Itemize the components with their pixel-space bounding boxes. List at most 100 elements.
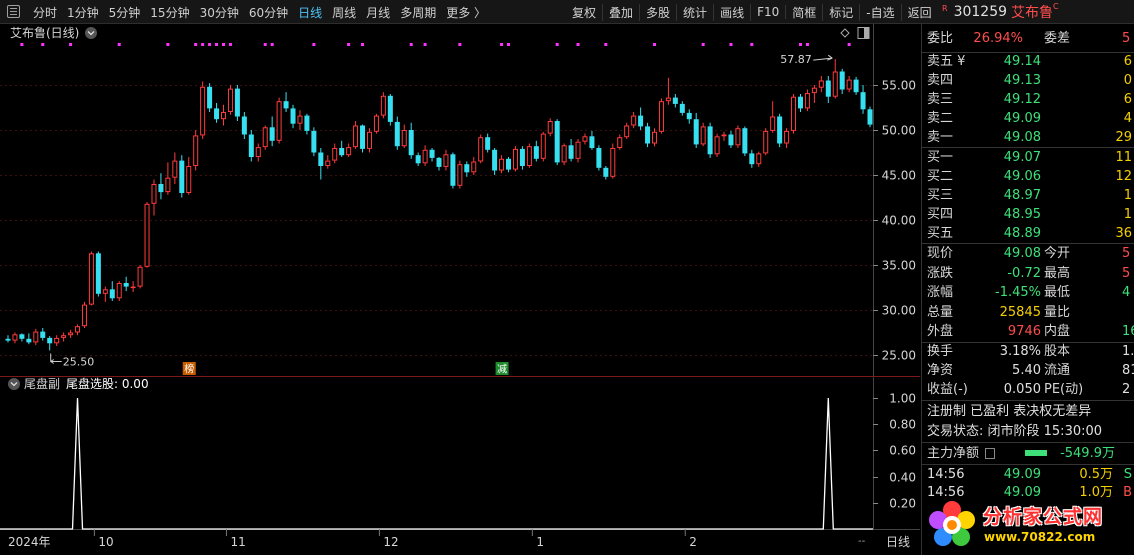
candle: [130, 281, 136, 292]
candle-body: [679, 103, 685, 113]
candle: [200, 81, 206, 139]
trade-status-text: 交易状态: 闭市阶段 15:30:00: [927, 424, 1103, 439]
candle: [33, 328, 39, 346]
toolbar: 分时 1分钟 5分钟 15分钟 30分钟 60分钟 日线 周线 月线 多周期 更多 〉 复权 叠加 多股…: [0, 0, 1134, 24]
candle: [415, 152, 421, 166]
order-label: 卖二: [927, 111, 954, 126]
candle: [533, 140, 539, 162]
tool-button[interactable]: F10: [751, 5, 787, 19]
x-tick-label: 1: [536, 535, 544, 549]
panel-toggle-icon[interactable]: [857, 27, 870, 39]
period-tab[interactable]: 更多 〉: [446, 4, 486, 21]
tool-button[interactable]: 统计: [677, 3, 715, 21]
candle: [860, 85, 866, 114]
sub-chart-collapse-icon[interactable]: [8, 378, 20, 390]
order-volume: 29: [1115, 130, 1132, 145]
order-row: 买三 48.97 1: [922, 186, 1134, 205]
candle: [853, 76, 859, 95]
weicha-label: 委差: [1044, 31, 1071, 46]
candle-body: [47, 337, 53, 344]
tool-button[interactable]: -自选: [860, 3, 902, 21]
signal-dot: [117, 43, 121, 46]
period-indicator[interactable]: 日线: [886, 535, 910, 549]
stat-label: 换手: [927, 344, 954, 359]
tool-buttons: 复权 叠加 多股 统计 画线 F10 简框 标记 -自选 返回: [566, 0, 938, 24]
candle-body: [596, 148, 602, 168]
order-volume: 6: [1123, 92, 1132, 107]
chevron-down-icon[interactable]: [85, 27, 97, 39]
stat-row: 换手 3.18% 股本 1.: [922, 342, 1134, 361]
candle-body: [283, 101, 289, 109]
candle: [450, 152, 456, 189]
candle-body: [220, 112, 227, 120]
min-price-label: 25.50: [63, 356, 95, 369]
kline-chart-area[interactable]: 艾布鲁(日线) 25.00 30.00 35.00 40.00 45.00 50.00 55…: [0, 24, 920, 555]
signal-dot: [270, 43, 274, 46]
main-flow-bar: [1025, 450, 1047, 456]
candle: [19, 333, 25, 342]
candle-body: [227, 88, 233, 112]
candle-body: [443, 154, 449, 167]
candle: [832, 59, 838, 99]
document-icon[interactable]: [985, 448, 995, 459]
candle-body: [137, 266, 143, 287]
candle: [332, 143, 338, 164]
tool-button[interactable]: 简框: [786, 3, 824, 21]
sub-y-tick-label: 1.00: [889, 392, 916, 406]
candle-body: [172, 160, 178, 178]
tool-button[interactable]: 画线: [714, 3, 752, 21]
period-tab[interactable]: 月线: [366, 4, 390, 21]
signal-dot: [409, 43, 413, 46]
candle-body: [40, 331, 46, 338]
candle-body: [756, 153, 762, 165]
quote-row: 外盘 9746内盘 16: [922, 322, 1134, 341]
period-tab[interactable]: 分时: [33, 4, 57, 21]
quote-row: 总量 25845 量比: [922, 303, 1134, 322]
candle-body: [714, 136, 720, 155]
jian-marker[interactable]: 减: [495, 362, 509, 376]
candle-body: [797, 96, 803, 109]
candle-body: [735, 128, 741, 146]
candle: [547, 118, 553, 137]
tick-price: 49.09: [1003, 467, 1041, 482]
main-flow-row[interactable]: 主力净额 -549.9万: [922, 444, 1134, 463]
order-label: 买一: [927, 150, 954, 165]
tool-button[interactable]: 标记: [823, 3, 861, 21]
bang-marker[interactable]: 榜: [182, 362, 196, 376]
candle-body: [54, 337, 60, 344]
signal-dot: [201, 43, 205, 46]
period-tab[interactable]: 60分钟: [249, 4, 288, 21]
candle: [617, 134, 623, 150]
candle: [742, 126, 748, 157]
period-tab[interactable]: 30分钟: [200, 4, 239, 21]
scroll-end-marker[interactable]: --: [858, 536, 866, 547]
tool-button[interactable]: 叠加: [603, 3, 641, 21]
menu-icon[interactable]: [7, 5, 20, 18]
period-tab[interactable]: 周线: [332, 4, 356, 21]
candle-body: [387, 95, 393, 122]
period-tab[interactable]: 日线: [298, 4, 322, 21]
diamond-icon[interactable]: [840, 28, 850, 38]
candle-body: [547, 121, 553, 134]
period-tab[interactable]: 多周期: [400, 4, 436, 21]
tool-button[interactable]: 多股: [640, 3, 678, 21]
order-label: 买四: [927, 207, 954, 222]
candle-body: [12, 334, 18, 341]
candle: [839, 68, 845, 94]
candle-body: [742, 128, 748, 154]
tool-button[interactable]: 返回: [902, 4, 938, 21]
candle: [325, 155, 331, 169]
candle: [693, 112, 699, 148]
candle: [582, 133, 588, 145]
period-tab[interactable]: 5分钟: [109, 4, 141, 21]
period-tab[interactable]: 15分钟: [150, 4, 189, 21]
tool-button[interactable]: 复权: [566, 3, 604, 21]
period-tab[interactable]: 1分钟: [67, 4, 99, 21]
candle: [804, 89, 810, 112]
candle: [735, 125, 741, 148]
candle-body: [144, 203, 150, 267]
candle-body: [700, 126, 706, 145]
candle-body: [130, 286, 136, 289]
site-logo: 分析家公式网 www.70822.com: [926, 495, 1131, 553]
quote-value: 5: [1122, 246, 1131, 261]
